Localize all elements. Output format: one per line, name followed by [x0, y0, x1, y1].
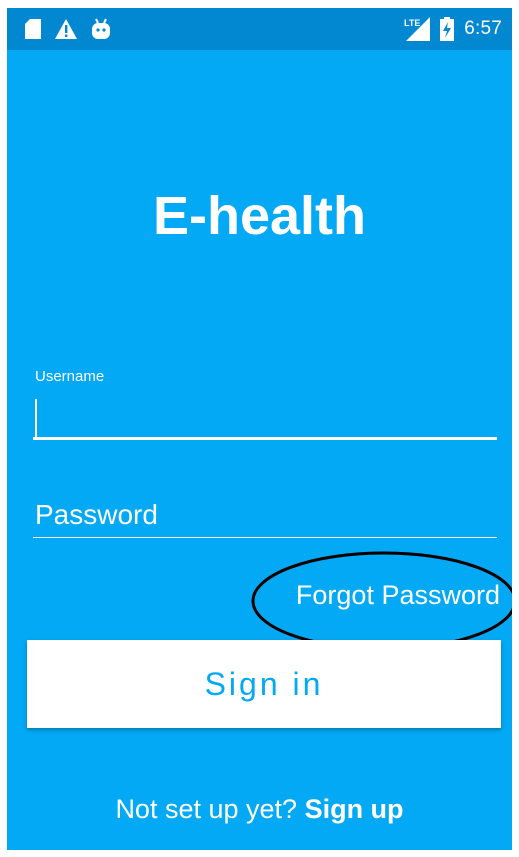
lte-signal-icon: LTE: [404, 17, 431, 41]
battery-charging-icon: [440, 17, 455, 41]
network-type-label: LTE: [404, 18, 420, 28]
username-label: Username: [35, 368, 105, 385]
signup-prompt: Not set up yet? Sign up: [7, 794, 512, 825]
text-cursor: [35, 399, 37, 439]
status-bar-system: LTE 6:57: [404, 17, 502, 41]
forgot-password-link[interactable]: Forgot Password: [296, 580, 500, 611]
password-input[interactable]: [33, 492, 497, 538]
sign-in-button[interactable]: Sign in: [27, 640, 501, 728]
login-screen: LTE 6:57 E-health Username Forgot Passwo…: [7, 8, 512, 850]
username-input[interactable]: [33, 392, 497, 440]
sd-card-icon: [25, 19, 41, 39]
warning-icon: [55, 19, 77, 39]
app-title: E-health: [152, 186, 367, 246]
status-bar-time: 6:57: [464, 18, 502, 39]
status-bar-notifications: [25, 18, 111, 40]
signup-prompt-text: Not set up yet?: [115, 794, 298, 824]
android-icon: [91, 18, 111, 40]
sign-up-link[interactable]: Sign up: [305, 794, 404, 824]
status-bar: LTE 6:57: [7, 8, 512, 50]
